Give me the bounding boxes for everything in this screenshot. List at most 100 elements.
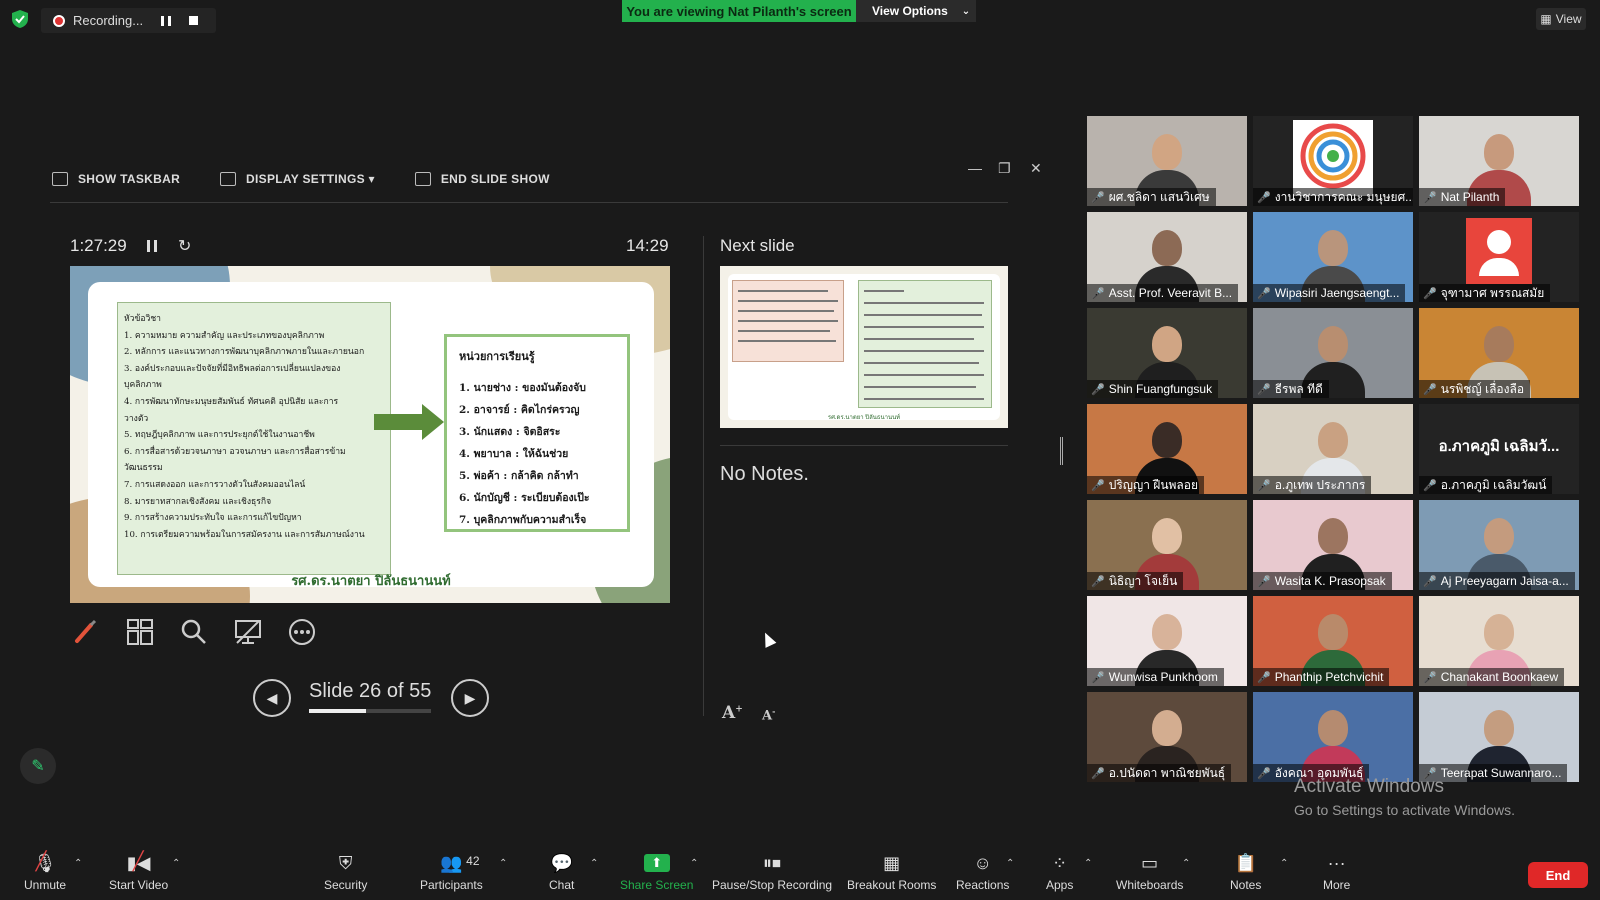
participant-face: [1318, 710, 1348, 746]
participant-name-label: 🎤 Shin Fuangfungsuk: [1087, 380, 1219, 398]
whiteboards-label: Whiteboards: [1116, 878, 1184, 892]
participant-name: Wipasiri Jaengsaengt...: [1274, 286, 1400, 300]
pause-stop-recording-label: Pause/Stop Recording: [712, 878, 833, 892]
see-all-slides-icon[interactable]: [124, 616, 156, 648]
participant-tile[interactable]: 🎤 ปริญญา ฝืนพลอย: [1087, 404, 1247, 494]
audio-options-caret-icon[interactable]: ⌃: [74, 858, 82, 869]
decrease-font-icon[interactable]: A-: [762, 706, 775, 723]
start-video-button[interactable]: ▮◀ ╱ Start Video: [109, 851, 168, 892]
restore-icon[interactable]: ❐: [998, 160, 1011, 177]
end-slide-show-button[interactable]: END SLIDE SHOW: [414, 172, 550, 186]
course-topic-line: 10. การเตรียมความพร้อมในการสมัครงาน และก…: [124, 529, 365, 540]
minimize-icon[interactable]: —: [968, 160, 982, 176]
participant-face: [1484, 614, 1514, 650]
participant-tile[interactable]: 🎤 Asst. Prof. Veeravit B...: [1087, 212, 1247, 302]
participant-tile[interactable]: 🎤 อ.ภูเทพ ประภากร: [1253, 404, 1413, 494]
notes-button[interactable]: 📋 Notes: [1230, 852, 1261, 892]
participant-count: 42: [466, 854, 480, 868]
pen-icon[interactable]: [70, 616, 102, 648]
participant-tile[interactable]: 🎤 อังคณา อุดมพันธุ์: [1253, 692, 1413, 782]
next-slide-thumbnail[interactable]: รศ.ดร.นาตยา ปิลันธนานนท์: [720, 266, 1008, 428]
slide-progress-bar: [309, 709, 431, 713]
view-button[interactable]: ▦ View: [1536, 8, 1586, 30]
participant-tile[interactable]: อ.ภาคภูมิ เฉลิมวั... 🎤 อ.ภาคภูมิ เฉลิมวัฒน…: [1419, 404, 1579, 494]
notes-label: Notes: [1230, 878, 1262, 892]
pause-stop-icon: ⏸⏹: [763, 853, 782, 873]
split-handle[interactable]: [1060, 437, 1063, 465]
share-caret-icon[interactable]: ⌃: [690, 858, 698, 869]
share-screen-button[interactable]: ⬆ Share Screen: [620, 852, 693, 892]
zoom-icon[interactable]: [178, 616, 210, 648]
participant-face: [1152, 518, 1182, 554]
participant-face: [1152, 614, 1182, 650]
participant-tile[interactable]: 🎤 นรพิชญ์ เลื่องลือ: [1419, 308, 1579, 398]
view-options-button[interactable]: View Options ⌄: [856, 0, 976, 22]
participant-tile[interactable]: 🎤 Wipasiri Jaengsaengt...: [1253, 212, 1413, 302]
participant-tile[interactable]: 🎤 จุฑามาศ พรรณสมัย: [1419, 212, 1579, 302]
reset-timer-icon[interactable]: ↻: [178, 236, 191, 256]
participant-tile[interactable]: 🎤 Chanakant Boonkaew: [1419, 596, 1579, 686]
participant-tile[interactable]: 🎤 Shin Fuangfungsuk: [1087, 308, 1247, 398]
participants-caret-icon[interactable]: ⌃: [499, 858, 507, 869]
security-button[interactable]: ⛨ Security: [324, 852, 367, 892]
slide-number: Slide 26 of 55: [309, 680, 432, 702]
participant-tile[interactable]: 🎤 อ.ปนัดดา พาณิชยพันธุ์: [1087, 692, 1247, 782]
participant-tile[interactable]: 🎤 Wasita K. Prasopsak: [1253, 500, 1413, 590]
increase-font-icon[interactable]: A+: [722, 703, 743, 723]
pane-divider: [703, 236, 704, 716]
breakout-rooms-button[interactable]: ▦ Breakout Rooms: [847, 852, 936, 892]
learning-unit-item: 7. บุคลิกภาพกับความสำเร็จ: [459, 514, 587, 526]
chat-caret-icon[interactable]: ⌃: [590, 858, 598, 869]
participant-tile[interactable]: 🎤 นิธิญา โจเย็น: [1087, 500, 1247, 590]
muted-mic-icon: 🎤: [1091, 767, 1105, 780]
whiteboards-button[interactable]: ▭ Whiteboards: [1116, 852, 1183, 892]
arrow-shape: [374, 414, 422, 430]
pause-timer-icon[interactable]: [147, 240, 157, 252]
close-icon[interactable]: ✕: [1030, 160, 1042, 177]
participant-tile[interactable]: 🎤 งานวิชาการคณะ มนุษยศ...: [1253, 116, 1413, 206]
reactions-button[interactable]: ☺ Reactions: [956, 852, 1009, 892]
participant-face: [1152, 326, 1182, 362]
black-screen-icon[interactable]: [232, 616, 264, 648]
unmute-label: Unmute: [24, 878, 67, 892]
pause-stop-recording-button[interactable]: ⏸⏹ Pause/Stop Recording: [712, 852, 832, 892]
participant-face: [1318, 518, 1348, 554]
monitor-gear-icon: [220, 172, 237, 186]
muted-mic-icon: 🎤: [1257, 287, 1271, 300]
participant-tile[interactable]: 🎤 Wunwisa Punkhoom: [1087, 596, 1247, 686]
participant-tile[interactable]: 🎤 Nat Pilanth: [1419, 116, 1579, 206]
participant-tile[interactable]: 🎤 ผศ.ชลิดา แสนวิเศษ: [1087, 116, 1247, 206]
more-button[interactable]: ··· More: [1323, 852, 1350, 892]
show-taskbar-button[interactable]: SHOW TASKBAR: [52, 172, 180, 186]
slide-progress-fill: [309, 709, 367, 713]
chat-button[interactable]: 💬 Chat: [549, 852, 574, 892]
apps-button[interactable]: ⁘ Apps: [1046, 852, 1073, 892]
view-button-label: View: [1555, 12, 1582, 26]
pause-recording-icon[interactable]: [161, 15, 171, 26]
end-meeting-button[interactable]: End: [1528, 862, 1588, 888]
notes-caret-icon[interactable]: ⌃: [1280, 858, 1288, 869]
reactions-caret-icon[interactable]: ⌃: [1006, 858, 1014, 869]
participant-tile[interactable]: 🎤 Aj Preeyagarn Jaisa-a...: [1419, 500, 1579, 590]
previous-slide-button[interactable]: ◀: [253, 679, 291, 717]
display-settings-button[interactable]: DISPLAY SETTINGS ▾: [220, 172, 375, 186]
video-options-caret-icon[interactable]: ⌃: [172, 858, 180, 869]
apps-caret-icon[interactable]: ⌃: [1084, 858, 1092, 869]
participant-name: อ.ภาคภูมิ เฉลิมวัฒน์: [1440, 477, 1547, 492]
participant-tile[interactable]: 🎤 Phanthip Petchvichit: [1253, 596, 1413, 686]
unmute-button[interactable]: 🎙 ╱ Unmute: [24, 851, 67, 892]
text-line: [738, 340, 836, 342]
more-options-icon[interactable]: [286, 616, 318, 648]
stop-recording-icon[interactable]: [189, 16, 198, 25]
learning-unit-item: 1. นายช่าง : ของมันต้องจับ: [459, 382, 586, 394]
muted-mic-icon: 🎤: [1091, 479, 1105, 492]
participant-name: Wasita K. Prasopsak: [1274, 574, 1386, 588]
next-slide-button[interactable]: ▶: [451, 679, 489, 717]
whiteboards-caret-icon[interactable]: ⌃: [1182, 858, 1190, 869]
participant-tile[interactable]: 🎤 ธีรพล ทีดี: [1253, 308, 1413, 398]
participants-button[interactable]: 👥 42 Participants: [420, 852, 483, 892]
participant-tile[interactable]: 🎤 Teerapat Suwannaro...: [1419, 692, 1579, 782]
muted-mic-icon: 🎤: [1423, 191, 1437, 204]
participant-name: Aj Preeyagarn Jaisa-a...: [1440, 574, 1569, 588]
annotate-pencil-icon[interactable]: ✎: [20, 748, 56, 784]
